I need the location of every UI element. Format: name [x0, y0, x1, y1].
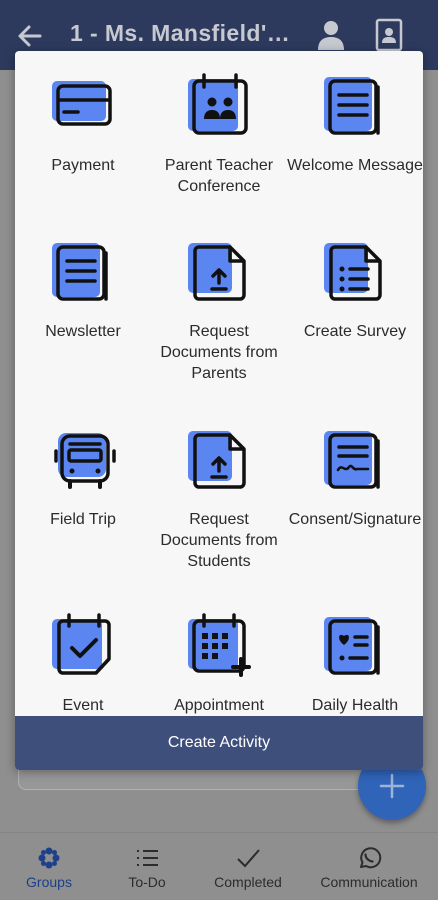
page-title: 1 - Ms. Mansfield's Class	[70, 20, 300, 46]
activity-tile-appointment[interactable]: Appointment	[151, 613, 287, 716]
credit-card-icon	[52, 81, 112, 126]
nav-label: Groups	[26, 874, 72, 890]
activity-tile-consent[interactable]: Consent/Signature	[287, 427, 423, 530]
bottom-navigation: Groups To-Do Completed Communication	[0, 832, 438, 900]
list-icon	[137, 850, 158, 866]
upload-document-icon	[188, 243, 246, 301]
activity-label: Request Documents from Parents	[160, 323, 278, 382]
activity-label: Daily Health	[311, 697, 399, 714]
calendar-grid-plus-icon	[188, 613, 251, 677]
document-lines-icon	[324, 77, 380, 135]
calendar-people-icon	[188, 73, 248, 135]
activity-label: Payment	[51, 157, 115, 174]
newsletter-icon	[52, 243, 108, 301]
activity-label: Newsletter	[45, 323, 121, 340]
activity-grid: Payment Parent Teacher Conference Welcom…	[15, 51, 423, 716]
activity-tile-daily-health[interactable]: Daily Health	[287, 613, 423, 716]
bus-icon	[54, 433, 116, 489]
nav-label: To-Do	[128, 874, 166, 890]
nav-todo[interactable]: To-Do	[112, 833, 182, 900]
groups-icon	[38, 847, 60, 869]
activity-tile-payment[interactable]: Payment	[15, 73, 151, 176]
activity-tile-event[interactable]: Event	[15, 613, 151, 716]
upload-document-icon	[188, 431, 246, 489]
whatsapp-icon	[360, 847, 382, 869]
contact-book-icon[interactable]	[374, 18, 404, 52]
activity-label: Welcome Message	[287, 157, 423, 174]
nav-completed[interactable]: Completed	[206, 833, 290, 900]
survey-list-icon	[324, 243, 382, 301]
activity-tile-conference[interactable]: Parent Teacher Conference	[151, 73, 287, 197]
activity-picker-sheet: Payment Parent Teacher Conference Welcom…	[15, 51, 423, 770]
activity-label: Appointment	[174, 697, 264, 714]
activity-tile-request-docs-parents[interactable]: Request Documents from Parents	[151, 239, 287, 384]
health-clipboard-icon	[324, 617, 380, 675]
activity-tile-field-trip[interactable]: Field Trip	[15, 427, 151, 530]
activity-tile-newsletter[interactable]: Newsletter	[15, 239, 151, 342]
arrow-left-icon[interactable]	[16, 22, 44, 50]
activity-tile-request-docs-students[interactable]: Request Documents from Students	[151, 427, 287, 572]
signature-document-icon	[324, 431, 380, 489]
plus-icon	[379, 773, 405, 799]
nav-groups[interactable]: Groups	[14, 833, 84, 900]
checkmark-icon	[237, 849, 260, 868]
activity-tile-welcome[interactable]: Welcome Message	[287, 73, 423, 176]
activity-label: Consent/Signature	[288, 511, 422, 528]
activity-tile-survey[interactable]: Create Survey	[287, 239, 423, 342]
create-activity-button[interactable]: Create Activity	[15, 716, 423, 770]
activity-label: Parent Teacher Conference	[164, 157, 274, 195]
nav-label: Completed	[214, 874, 282, 890]
nav-communication[interactable]: Communication	[312, 833, 426, 900]
nav-label: Communication	[320, 874, 418, 890]
person-icon[interactable]	[314, 18, 348, 52]
activity-label: Event	[62, 697, 104, 714]
calendar-check-icon	[52, 613, 111, 675]
activity-label: Request Documents from Students	[160, 511, 278, 570]
activity-label: Field Trip	[50, 511, 116, 528]
activity-label: Create Survey	[303, 323, 407, 340]
